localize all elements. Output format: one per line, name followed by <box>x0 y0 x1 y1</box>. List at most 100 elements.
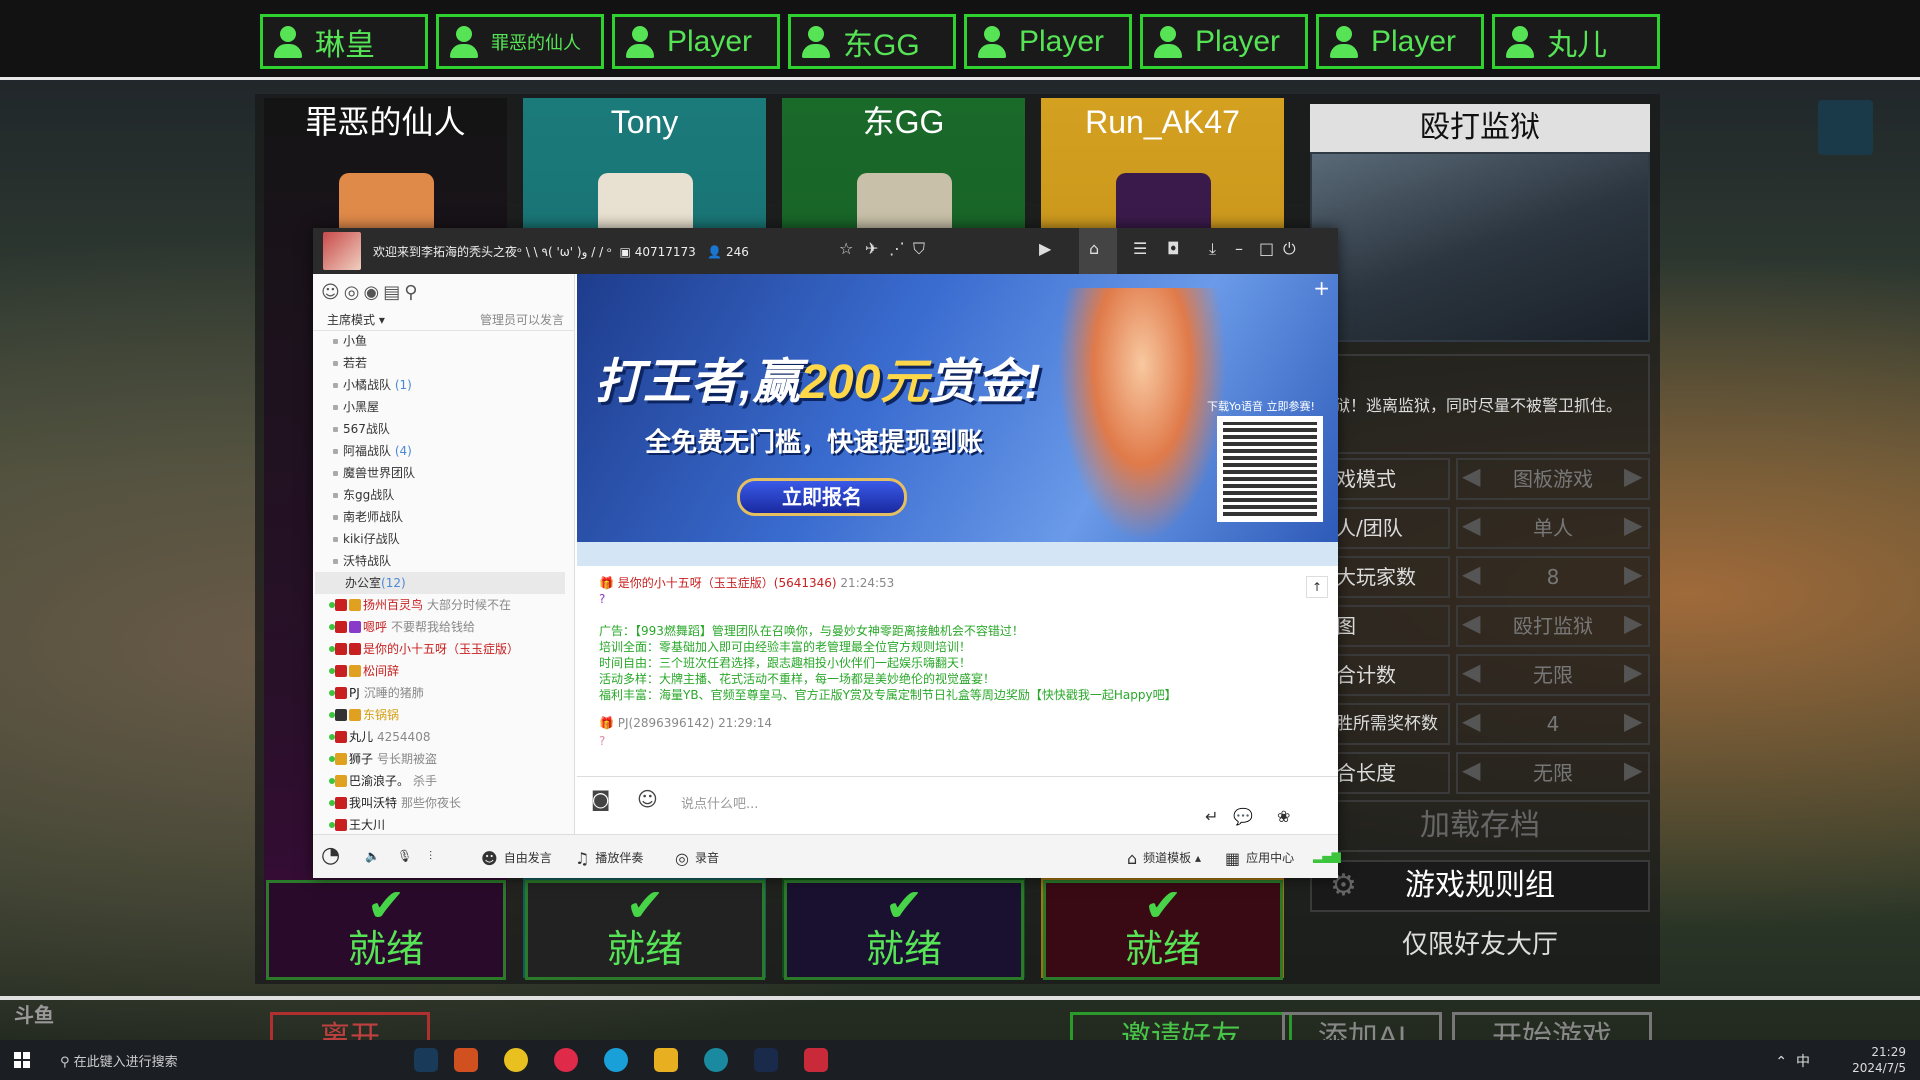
arrow-left-icon[interactable]: ◀ <box>1462 756 1480 784</box>
chat-input[interactable]: 说点什么吧... <box>681 793 758 812</box>
steam-icon[interactable] <box>754 1048 778 1072</box>
player-slot[interactable]: Player <box>1316 14 1484 69</box>
close-icon[interactable]: + <box>1313 276 1330 300</box>
plane-icon[interactable]: ✈ <box>865 239 878 258</box>
channel-item[interactable]: 沃特战队 <box>332 550 391 572</box>
room-avatar[interactable] <box>323 232 361 270</box>
app-icon[interactable] <box>704 1048 728 1072</box>
gamepad-icon[interactable]: ◙ <box>591 787 610 811</box>
app-icon[interactable] <box>504 1048 528 1072</box>
channel-item[interactable]: 小橘战队 (1) <box>333 374 412 396</box>
taskbar-search[interactable]: ⚲ 在此键入进行搜索 <box>60 1051 178 1070</box>
member-item[interactable]: 松间辞 <box>328 660 403 682</box>
app-overlay-icon[interactable] <box>1818 100 1873 155</box>
channel-template-button[interactable]: ⌂ 频道模板 ▴ <box>1127 849 1201 868</box>
clock[interactable]: 21:29 2024/7/5 <box>1852 1044 1906 1076</box>
speaker-icon[interactable]: 🔈 <box>365 849 380 863</box>
gamepad-icon[interactable]: ◘ <box>1167 239 1180 258</box>
chat-bubble-icon[interactable]: 💬 <box>1233 807 1253 826</box>
maximize-icon[interactable]: □ <box>1259 239 1274 258</box>
app-icon[interactable] <box>554 1048 578 1072</box>
shield-icon[interactable]: ⛉ <box>913 239 925 259</box>
arrow-right-icon[interactable]: ▶ <box>1624 756 1642 784</box>
windows-start-icon[interactable] <box>14 1052 30 1068</box>
player-slot[interactable]: Player <box>964 14 1132 69</box>
channel-item[interactable]: 小黑屋 <box>332 396 379 418</box>
list-icon[interactable]: ☰ <box>1133 239 1147 258</box>
message-sender[interactable]: 是你的小十五呀（玉玉症版）(5641346) <box>618 576 837 590</box>
location-icon[interactable]: ◉ <box>363 282 383 303</box>
notes-icon[interactable]: ▤ <box>383 282 404 303</box>
player-slot[interactable]: Player <box>612 14 780 69</box>
member-item[interactable]: 王大川 <box>328 814 389 836</box>
member-item[interactable]: 狮子 号长期被盗 <box>328 748 437 770</box>
mascot-icon[interactable]: ◔ <box>321 843 340 868</box>
flower-icon[interactable]: ❀ <box>1277 807 1290 826</box>
arrow-right-icon[interactable]: ▶ <box>1624 609 1642 637</box>
load-save-button[interactable]: 加载存档 <box>1310 800 1650 852</box>
arrow-right-icon[interactable]: ▶ <box>1624 560 1642 588</box>
free-talk-button[interactable]: ☻ 自由发言 <box>481 849 552 868</box>
member-item[interactable]: 巴渝浪子。 杀手 <box>328 770 437 792</box>
chevron-up-icon[interactable]: ⌃ <box>1775 1054 1787 1070</box>
player-slot[interactable]: 琳皇 <box>260 14 428 69</box>
mixer-icon[interactable]: ⫶ <box>429 849 432 864</box>
app-center-button[interactable]: ▦ 应用中心 <box>1225 849 1294 868</box>
member-item[interactable]: 丸儿 4254408 <box>328 726 430 748</box>
register-button[interactable]: 立即报名 <box>737 478 907 516</box>
player-slot[interactable]: 丸儿 <box>1492 14 1660 69</box>
headset-icon[interactable]: ◎ <box>344 282 364 303</box>
member-item[interactable]: 扬州百灵鸟 大部分时候不在 <box>328 594 511 616</box>
arrow-left-icon[interactable]: ◀ <box>1462 511 1480 539</box>
search-icon[interactable]: ⚲ <box>404 282 421 303</box>
promo-banner[interactable]: 打王者,赢200元赏金! 全免费无门槛，快速提现到账 立即报名 下载Yo语音 立… <box>577 274 1338 542</box>
minimize-icon[interactable]: – <box>1235 239 1243 258</box>
message-sender[interactable]: PJ(2896396142) <box>618 716 715 730</box>
emoji-icon[interactable]: ☺ <box>637 787 658 811</box>
player-slot[interactable]: Player <box>1140 14 1308 69</box>
member-item[interactable]: 我叫沃特 那些你夜长 <box>328 792 461 814</box>
arrow-left-icon[interactable]: ◀ <box>1462 609 1480 637</box>
member-item[interactable]: PJ 沉睡的猪肺 <box>329 682 424 704</box>
player-slot[interactable]: 东GG <box>788 14 956 69</box>
record-button[interactable]: ◎ 录音 <box>675 849 719 868</box>
arrow-right-icon[interactable]: ▶ <box>1624 658 1642 686</box>
share-icon[interactable]: ⋰ <box>889 239 905 258</box>
app-icon[interactable] <box>454 1048 478 1072</box>
play-music-button[interactable]: ♫ 播放伴奏 <box>575 849 643 868</box>
arrow-right-icon[interactable]: ▶ <box>1624 707 1642 735</box>
power-icon[interactable]: ⏻ <box>1283 239 1296 259</box>
lobby-privacy-toggle[interactable]: 仅限好友大厅 <box>1310 920 1650 972</box>
channel-item[interactable]: 若若 <box>332 352 367 374</box>
user-icon[interactable]: ☺ <box>321 282 344 303</box>
channel-item[interactable]: 魔兽世界团队 <box>332 462 415 484</box>
member-item[interactable]: 是你的小十五呀（玉玉症版） <box>328 638 523 660</box>
arrow-left-icon[interactable]: ◀ <box>1462 707 1480 735</box>
app-icon[interactable] <box>804 1048 828 1072</box>
channel-item-office[interactable]: 办公室(12) <box>315 572 565 594</box>
download-icon[interactable]: ⤓ <box>1209 239 1216 259</box>
arrow-right-icon[interactable]: ▶ <box>1624 462 1642 490</box>
app-icon[interactable] <box>414 1048 438 1072</box>
voice-app-icon[interactable] <box>654 1048 678 1072</box>
edge-icon[interactable] <box>604 1048 628 1072</box>
channel-item[interactable]: 东gg战队 <box>332 484 394 506</box>
channel-item[interactable]: kiki仔战队 <box>333 528 400 550</box>
map-preview[interactable] <box>1310 152 1650 342</box>
arrow-left-icon[interactable]: ◀ <box>1462 658 1480 686</box>
arrow-left-icon[interactable]: ◀ <box>1462 462 1480 490</box>
channel-item[interactable]: 南老师战队 <box>332 506 403 528</box>
ime-indicator[interactable]: 中 <box>1796 1054 1810 1070</box>
member-item[interactable]: 东锅锅 <box>328 704 403 726</box>
scroll-top-icon[interactable]: ↑ <box>1306 576 1328 598</box>
channel-item[interactable]: 567战队 <box>333 418 390 440</box>
player-slot[interactable]: 罪恶的仙人 <box>436 14 604 69</box>
arrow-left-icon[interactable]: ◀ <box>1462 560 1480 588</box>
star-icon[interactable]: ☆ <box>839 239 853 258</box>
member-item[interactable]: 嗯呼 不要帮我给钱给 <box>328 616 475 638</box>
channel-item[interactable]: 小鱼 <box>332 330 367 352</box>
rule-group-button[interactable]: ⚙ 游戏规则组 <box>1310 860 1650 912</box>
enter-icon[interactable]: ↵ <box>1205 807 1218 826</box>
home-tab[interactable]: ⌂ <box>1079 228 1117 274</box>
mode-selector[interactable]: 主席模式 ▾ <box>327 311 385 328</box>
